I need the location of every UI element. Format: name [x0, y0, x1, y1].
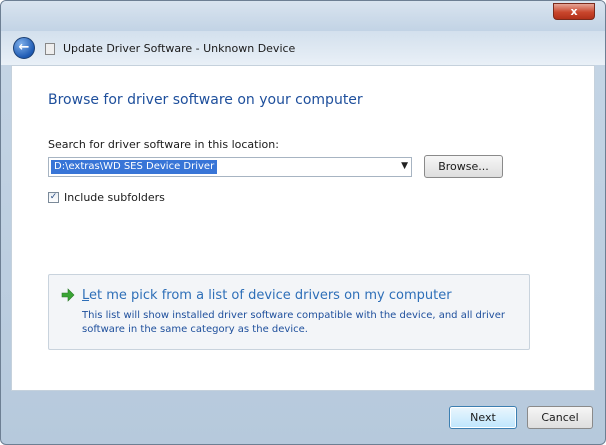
green-arrow-icon [61, 288, 75, 302]
dialog-window: x ← Update Driver Software - Unknown Dev… [0, 0, 606, 445]
content-panel: Browse for driver software on your compu… [11, 65, 595, 391]
pick-from-list-link[interactable]: Let me pick from a list of device driver… [82, 288, 452, 303]
option-title-accesskey: L [82, 288, 90, 303]
include-subfolders-checkbox[interactable]: ✓ [48, 192, 59, 203]
title-bar: x [1, 1, 605, 31]
option-description: This list will show installed driver sof… [82, 310, 505, 335]
include-subfolders-label[interactable]: Include subfolders [64, 191, 165, 204]
pick-from-list-option[interactable]: Let me pick from a list of device driver… [48, 274, 530, 350]
cancel-button[interactable]: Cancel [527, 406, 593, 429]
chevron-down-icon[interactable]: ▼ [401, 161, 408, 171]
page-heading: Browse for driver software on your compu… [48, 92, 363, 108]
close-icon: x [570, 5, 578, 18]
next-button[interactable]: Next [449, 406, 517, 429]
dialog-footer: Next Cancel [1, 391, 605, 444]
window-title: Update Driver Software - Unknown Device [63, 42, 296, 55]
back-button[interactable]: ← [13, 37, 35, 59]
option-title-text: et me pick from a list of device drivers… [89, 288, 452, 303]
checkmark-icon: ✓ [49, 192, 58, 202]
document-icon [45, 43, 55, 55]
navigation-bar: ← Update Driver Software - Unknown Devic… [1, 31, 605, 65]
close-button[interactable]: x [553, 3, 595, 20]
browse-button[interactable]: Browse... [424, 155, 503, 178]
path-combobox[interactable]: D:\extras\WD SES Device Driver ▼ [48, 157, 412, 177]
path-input-value[interactable]: D:\extras\WD SES Device Driver [51, 160, 218, 174]
back-arrow-icon: ← [18, 40, 30, 55]
search-location-label: Search for driver software in this locat… [48, 138, 279, 151]
